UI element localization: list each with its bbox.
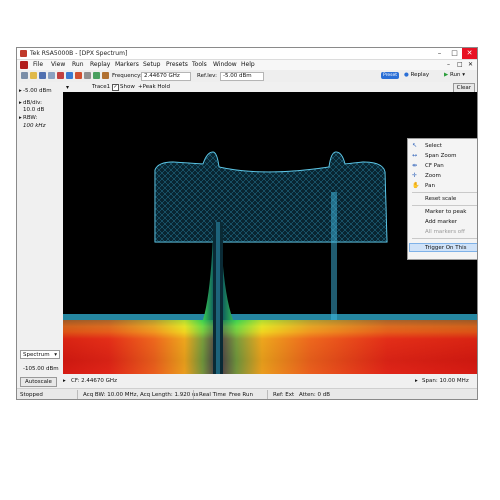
context-separator [412,192,477,193]
trace-controls: ▾ Trace1 ✓ Show +Peak Hold Clear [63,82,477,93]
status-acq: Acq BW: 10.00 MHz, Acq Length: 1.920 us [83,392,199,398]
ref-value: -5.00 dBm [23,88,52,94]
replay-label: Replay [410,72,430,78]
close-button[interactable]: ✕ [462,48,477,59]
show-checkbox[interactable]: ✓ [112,84,119,91]
span-zoom-icon: ↔ [412,152,418,159]
menu-file[interactable]: File [33,61,43,68]
mdi-minimize-button[interactable]: – [447,61,450,68]
db-div-value[interactable]: 10.0 dB [23,107,44,113]
maximize-button[interactable]: □ [447,48,462,59]
cf-arrow-icon: ▸ [63,378,66,384]
mdi-close-button[interactable]: ✕ [468,61,473,68]
status-divider [267,390,268,399]
hand-icon: ✋ [412,182,420,189]
frequency-label: Frequency: [112,73,142,79]
ref-level-input[interactable]: -5.00 dBm [220,72,264,81]
view-select-value: Spectrum [23,352,50,358]
detection-select[interactable]: +Peak Hold [138,84,170,90]
status-bar: Stopped Acq BW: 10.00 MHz, Acq Length: 1… [17,388,477,399]
run-button[interactable]: ▶ Run ▾ [444,72,465,78]
menu-replay[interactable]: Replay [90,61,110,68]
ctx-reset-scale[interactable]: Reset scale [425,196,456,202]
rbw-value[interactable]: 100 kHz [23,123,45,129]
status-run: Free Run [229,392,253,398]
show-label: Show [120,84,135,90]
ref-level-label: Ref.lev: [197,73,217,79]
menu-tools[interactable]: Tools [192,61,207,68]
cf-pan-icon: ⇹ [412,162,418,169]
undo-icon[interactable] [102,72,109,79]
menu-bar: File View Run Replay Markers Setup Prese… [17,60,477,70]
bottom-scale-value: -105.00 dBm [23,366,59,372]
frequency-input[interactable]: 2.44670 GHz [141,72,191,81]
context-menu: ↖ Select ↔ Span Zoom ⇹ CF Pan ✛ Zoom ✋ P… [407,138,477,260]
context-separator [412,238,477,239]
ctx-all-markers-off: All markers off [425,229,465,235]
status-ref: Ref: Ext [273,392,295,398]
status-divider [193,390,194,399]
mdi-restore-button[interactable]: □ [457,61,463,68]
ctx-zoom[interactable]: Zoom [425,173,441,179]
window-title: Tek RSA5000B - [DPX Spectrum] [30,50,128,57]
rbw-arrow-icon: ▸ [19,115,22,121]
status-divider [77,390,78,399]
left-panel: ▸ -5.00 dBm ▸ dB/div: 10.0 dB ▸ RBW: 100… [17,82,63,380]
open-folder-icon[interactable] [30,72,37,79]
measure-icon[interactable] [93,72,100,79]
dpx-spectrum-plot[interactable]: ↖ Select ↔ Span Zoom ⇹ CF Pan ✛ Zoom ✋ P… [63,92,477,374]
status-mode: Real Time [199,392,227,398]
app-logo-icon [20,50,27,57]
menu-markers[interactable]: Markers [115,61,139,68]
chevron-down-icon[interactable]: ▾ [66,84,69,91]
application-window: Tek RSA5000B - [DPX Spectrum] – □ ✕ File… [16,47,478,400]
run-label: Run [449,72,461,78]
trigger-icon[interactable] [75,72,82,79]
zoom-icon: ✛ [412,172,418,179]
save-icon[interactable] [39,72,46,79]
replay-button[interactable]: ● Replay [404,72,429,78]
settings-icon[interactable] [57,72,64,79]
menu-help[interactable]: Help [241,61,255,68]
print-icon[interactable] [48,72,55,79]
menu-view[interactable]: View [51,61,65,68]
db-div-label: dB/div: [23,100,42,106]
trace-select[interactable]: Trace1 [92,84,110,90]
ctx-span-zoom[interactable]: Span Zoom [425,153,456,159]
menu-run[interactable]: Run [72,61,84,68]
status-state: Stopped [20,392,43,398]
chevron-down-icon: ▾ [54,352,57,358]
ctx-trigger-on-this[interactable]: Trigger On This [425,245,467,251]
span-arrow-icon: ▸ [415,378,418,384]
play-icon: ▶ [444,72,449,78]
menu-setup[interactable]: Setup [143,61,160,68]
minimize-button[interactable]: – [432,48,447,59]
display-icon[interactable] [66,72,73,79]
scale-arrow-icon: ▸ [19,100,22,106]
pointer-icon: ↖ [412,142,418,149]
ref-arrow-icon: ▸ [19,88,22,94]
ctx-select[interactable]: Select [425,143,442,149]
rbw-label: RBW: [23,115,38,121]
ctx-add-marker[interactable]: Add marker [425,219,457,225]
menu-window[interactable]: Window [213,61,237,68]
span-value[interactable]: Span: 10.00 MHz [422,378,469,384]
marker-icon[interactable] [84,72,91,79]
title-bar: Tek RSA5000B - [DPX Spectrum] – □ ✕ [17,48,477,60]
replay-icon: ● [404,72,409,78]
tektronix-logo-icon [20,61,28,69]
autoscale-button[interactable]: Autoscale [20,377,57,387]
ctx-cf-pan[interactable]: CF Pan [425,163,444,169]
status-atten: Atten: 0 dB [299,392,330,398]
view-select[interactable]: Spectrum ▾ [20,350,60,359]
new-icon[interactable] [21,72,28,79]
ctx-pan[interactable]: Pan [425,183,435,189]
context-separator [412,205,477,206]
preset-button[interactable]: Preset [381,72,399,79]
ctx-marker-to-peak[interactable]: Marker to peak [425,209,466,215]
bottom-bar: Autoscale ▸ CF: 2.44670 GHz ▸ Span: 10.0… [17,376,477,387]
center-frequency[interactable]: CF: 2.44670 GHz [71,378,117,384]
menu-presets[interactable]: Presets [166,61,188,68]
